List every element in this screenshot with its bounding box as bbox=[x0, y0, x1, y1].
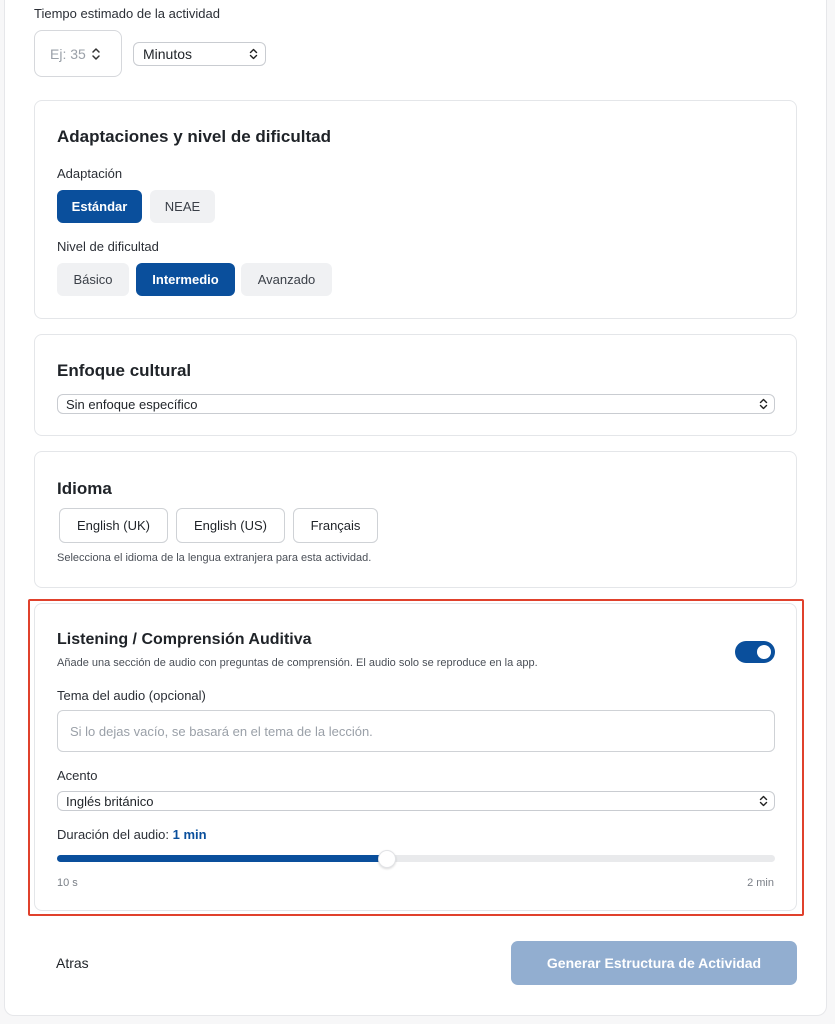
adaptations-title: Adaptaciones y nivel de dificultad bbox=[57, 127, 331, 146]
select-chevrons-icon bbox=[249, 48, 258, 60]
select-chevrons-icon bbox=[759, 398, 768, 410]
listening-card: Listening / Comprensión Auditiva Añade u… bbox=[34, 603, 797, 911]
audio-topic-placeholder: Si lo dejas vacío, se basará en el tema … bbox=[70, 723, 373, 739]
difficulty-option-intermediate[interactable]: Intermedio bbox=[136, 263, 235, 296]
accent-label: Acento bbox=[57, 768, 98, 783]
generate-structure-button[interactable]: Generar Estructura de Actividad bbox=[511, 941, 797, 985]
time-unit-value: Minutos bbox=[143, 46, 193, 62]
language-option-english-us[interactable]: English (US) bbox=[176, 508, 285, 543]
toggle-knob bbox=[757, 645, 771, 659]
time-unit-select[interactable]: Minutos bbox=[133, 42, 266, 66]
difficulty-option-advanced[interactable]: Avanzado bbox=[241, 263, 332, 296]
listening-title: Listening / Comprensión Auditiva bbox=[57, 631, 312, 648]
difficulty-option-basic[interactable]: Básico bbox=[57, 263, 129, 296]
audio-duration-label-text: Duración del audio: bbox=[57, 827, 170, 842]
listening-description: Añade una sección de audio con preguntas… bbox=[57, 657, 538, 669]
audio-duration-value: 1 min bbox=[172, 827, 207, 842]
language-option-english-uk[interactable]: English (UK) bbox=[59, 508, 168, 543]
estimated-time-input[interactable]: Ej: 35 bbox=[34, 30, 122, 77]
accent-select[interactable]: Inglés británico bbox=[57, 791, 775, 811]
audio-topic-input[interactable]: Si lo dejas vacío, se basará en el tema … bbox=[57, 710, 775, 752]
cultural-focus-value: Sin enfoque específico bbox=[66, 396, 198, 412]
cultural-focus-card: Enfoque cultural Sin enfoque específico bbox=[34, 334, 797, 436]
listening-toggle[interactable] bbox=[735, 641, 775, 663]
estimated-time-placeholder: Ej: 35 bbox=[50, 45, 86, 62]
audio-topic-label: Tema del audio (opcional) bbox=[57, 688, 206, 703]
slider-fill bbox=[57, 855, 388, 862]
stepper-chevrons-icon[interactable] bbox=[91, 47, 101, 61]
language-card: Idioma English (UK) English (US) Françai… bbox=[34, 451, 797, 588]
language-option-french[interactable]: Français bbox=[293, 508, 378, 543]
audio-duration-label: Duración del audio: 1 min bbox=[57, 827, 207, 842]
cultural-focus-title: Enfoque cultural bbox=[57, 361, 192, 380]
duration-min-label: 10 s bbox=[57, 877, 78, 889]
audio-duration-slider[interactable] bbox=[57, 850, 775, 868]
duration-max-label: 2 min bbox=[747, 877, 774, 889]
difficulty-label: Nivel de dificultad bbox=[57, 239, 159, 254]
cultural-focus-select[interactable]: Sin enfoque específico bbox=[57, 394, 775, 414]
select-chevrons-icon bbox=[759, 795, 768, 807]
slider-thumb[interactable] bbox=[378, 850, 397, 868]
estimated-time-label: Tiempo estimado de la actividad bbox=[34, 6, 220, 21]
adaptations-card: Adaptaciones y nivel de dificultad Adapt… bbox=[34, 100, 797, 319]
adaptation-label: Adaptación bbox=[57, 166, 123, 181]
adaptation-option-neae[interactable]: NEAE bbox=[150, 190, 215, 223]
adaptation-option-standard[interactable]: Estándar bbox=[57, 190, 142, 223]
accent-value: Inglés británico bbox=[66, 793, 154, 809]
back-button[interactable]: Atras bbox=[56, 955, 89, 971]
language-hint: Selecciona el idioma de la lengua extran… bbox=[57, 552, 372, 564]
language-title: Idioma bbox=[57, 479, 112, 498]
